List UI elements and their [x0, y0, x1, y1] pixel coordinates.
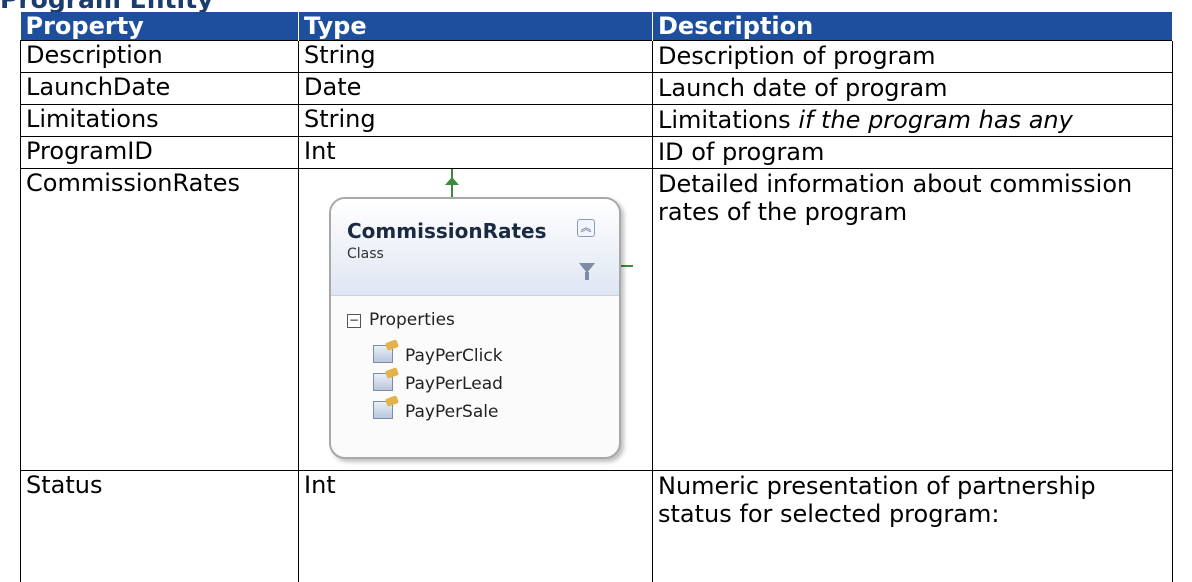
- properties-compartment-header[interactable]: −Properties: [347, 309, 455, 331]
- property-cell: Description: [21, 41, 299, 73]
- column-header-description: Description: [653, 12, 1173, 41]
- type-cell: Int: [299, 471, 653, 582]
- class-stereotype: Class: [347, 245, 384, 263]
- description-cell: Launch date of program: [653, 73, 1173, 105]
- class-property-label: PayPerClick: [405, 346, 503, 366]
- property-icon: [373, 373, 393, 391]
- property-cell: Status: [21, 471, 299, 582]
- type-cell: String: [299, 41, 653, 73]
- type-cell: Int: [299, 137, 653, 169]
- column-header-type: Type: [299, 12, 653, 41]
- property-icon: [373, 401, 393, 419]
- table-row: Description String Description of progra…: [21, 41, 1173, 73]
- description-text: Limitations: [658, 106, 798, 134]
- class-property-item[interactable]: PayPerLead: [373, 373, 503, 395]
- property-cell: LaunchDate: [21, 73, 299, 105]
- class-property-item[interactable]: PayPerClick: [373, 345, 503, 367]
- compartment-label: Properties: [369, 310, 455, 330]
- property-cell: ProgramID: [21, 137, 299, 169]
- type-cell: String: [299, 105, 653, 137]
- description-cell: Description of program: [653, 41, 1173, 73]
- property-icon: [373, 345, 393, 363]
- class-diagram-cell: CommissionRates Class ︽ −Properties PayP…: [299, 169, 653, 471]
- class-shape-header: CommissionRates Class ︽: [331, 199, 619, 296]
- table-row: Status Int Numeric presentation of partn…: [21, 471, 1173, 582]
- property-cell: Limitations: [21, 105, 299, 137]
- description-cell: Limitations if the program has any: [653, 105, 1173, 137]
- description-italic-text: if the program has any: [798, 106, 1073, 134]
- column-header-property: Property: [21, 12, 299, 41]
- type-cell: Date: [299, 73, 653, 105]
- description-cell: Detailed information about commission ra…: [653, 169, 1173, 471]
- table-row: ProgramID Int ID of program: [21, 137, 1173, 169]
- properties-table: Property Type Description Description St…: [20, 12, 1173, 582]
- table-header-row: Property Type Description: [21, 12, 1173, 41]
- association-line-right: [619, 265, 633, 267]
- table-row: LaunchDate Date Launch date of program: [21, 73, 1173, 105]
- description-cell: ID of program: [653, 137, 1173, 169]
- class-shape[interactable]: CommissionRates Class ︽ −Properties PayP…: [329, 197, 621, 459]
- collapse-chevron-icon[interactable]: ︽: [577, 219, 595, 237]
- association-arrow-icon: [445, 177, 459, 185]
- class-property-item[interactable]: PayPerSale: [373, 401, 498, 423]
- filter-icon[interactable]: [579, 263, 595, 273]
- description-cell: Numeric presentation of partnership stat…: [653, 471, 1173, 582]
- property-cell: CommissionRates: [21, 169, 299, 471]
- class-property-label: PayPerSale: [405, 402, 498, 422]
- table-row: CommissionRates CommissionRates Class ︽ …: [21, 169, 1173, 471]
- class-name: CommissionRates: [347, 219, 547, 243]
- collapse-minus-icon[interactable]: −: [347, 314, 361, 328]
- class-property-label: PayPerLead: [405, 374, 503, 394]
- table-row: Limitations String Limitations if the pr…: [21, 105, 1173, 137]
